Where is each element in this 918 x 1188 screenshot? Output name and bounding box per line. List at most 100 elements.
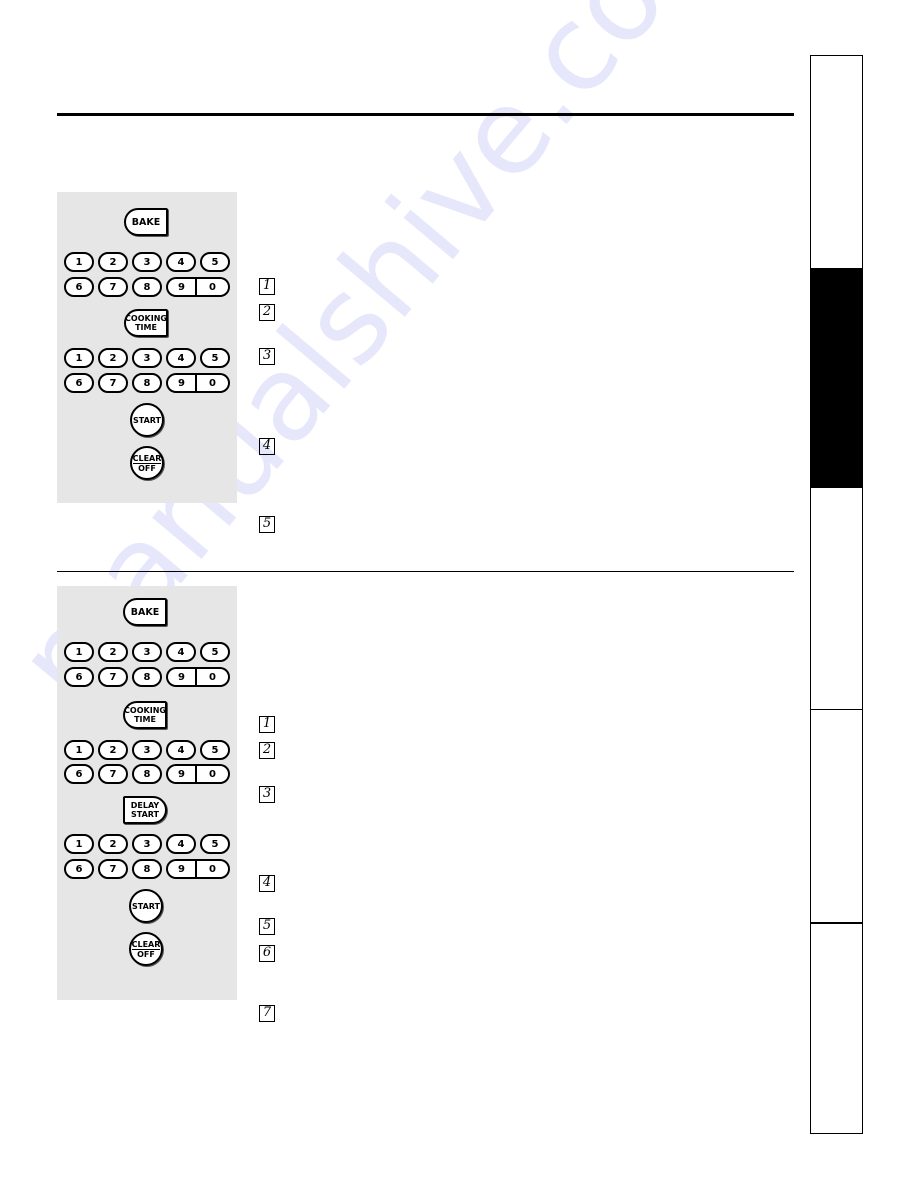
step-number-3: 3 <box>259 348 275 365</box>
key-1[interactable]: 1 <box>64 740 94 760</box>
key-8[interactable]: 8 <box>132 859 162 879</box>
clear-label: CLEAR <box>132 453 162 464</box>
section-tab-4[interactable] <box>811 709 862 923</box>
step-number-5: 5 <box>259 516 275 533</box>
section-tab-3[interactable] <box>811 488 862 709</box>
key-7[interactable]: 7 <box>98 277 128 297</box>
key-5[interactable]: 5 <box>200 642 230 662</box>
key-7[interactable]: 7 <box>98 373 128 393</box>
key-7[interactable]: 7 <box>98 667 128 687</box>
key-0[interactable]: 0 <box>196 277 230 297</box>
section-tabs <box>810 55 863 1134</box>
cooking-time-label-line2: TIME <box>135 323 157 332</box>
section-tab-1[interactable] <box>811 56 862 268</box>
key-9[interactable]: 9 <box>166 373 196 393</box>
key-9[interactable]: 9 <box>166 859 196 879</box>
key-3[interactable]: 3 <box>132 348 162 368</box>
key-2[interactable]: 2 <box>98 642 128 662</box>
key-2[interactable]: 2 <box>98 348 128 368</box>
key-3[interactable]: 3 <box>132 642 162 662</box>
off-label: OFF <box>137 949 155 959</box>
delay-start-label-line2: START <box>130 810 160 819</box>
delay-start-button[interactable]: DELAY START <box>123 796 167 824</box>
key-2[interactable]: 2 <box>98 252 128 272</box>
off-label: OFF <box>138 463 156 473</box>
key-8[interactable]: 8 <box>132 667 162 687</box>
key-2[interactable]: 2 <box>98 834 128 854</box>
keypad-row: 6 7 8 9 0 <box>64 859 230 879</box>
cooking-time-button[interactable]: COOKING TIME <box>123 701 167 729</box>
key-3[interactable]: 3 <box>132 834 162 854</box>
keypad-row: 6 7 8 9 0 <box>64 373 230 393</box>
key-2[interactable]: 2 <box>98 740 128 760</box>
keypad-row: 1 2 3 4 5 <box>64 834 230 854</box>
cooking-time-button[interactable]: COOKING TIME <box>124 309 168 337</box>
key-4[interactable]: 4 <box>166 740 196 760</box>
key-6[interactable]: 6 <box>64 373 94 393</box>
key-4[interactable]: 4 <box>166 252 196 272</box>
key-1[interactable]: 1 <box>64 348 94 368</box>
keypad-row: 6 7 8 9 0 <box>64 667 230 687</box>
step-number-4: 4 <box>259 875 275 892</box>
key-5[interactable]: 5 <box>200 834 230 854</box>
keypad-row: 1 2 3 4 5 <box>64 252 230 272</box>
start-button[interactable]: START <box>130 403 164 437</box>
step-number-1: 1 <box>259 716 275 733</box>
cooking-time-label-line1: COOKING <box>124 706 166 715</box>
start-button[interactable]: START <box>129 889 163 923</box>
section-tab-2-active[interactable] <box>811 268 862 488</box>
section-tab-5[interactable] <box>811 922 862 1134</box>
key-3[interactable]: 3 <box>132 740 162 760</box>
cooking-time-label-line2: TIME <box>134 715 156 724</box>
key-8[interactable]: 8 <box>132 764 162 784</box>
keypad-row: 6 7 8 9 0 <box>64 277 230 297</box>
step-number-2: 2 <box>259 742 275 759</box>
control-panel-delayed-baking: BAKE 1 2 3 4 5 6 7 8 9 0 COOKING TIME 1 … <box>57 586 237 1000</box>
bake-button[interactable]: BAKE <box>124 208 168 236</box>
key-4[interactable]: 4 <box>166 642 196 662</box>
key-5[interactable]: 5 <box>200 348 230 368</box>
key-4[interactable]: 4 <box>166 834 196 854</box>
step-number-1: 1 <box>259 278 275 295</box>
control-panel-timed-baking: BAKE 1 2 3 4 5 6 7 8 9 0 COOKING TIME 1 … <box>57 192 237 503</box>
key-0[interactable]: 0 <box>196 667 230 687</box>
keypad-row: 6 7 8 9 0 <box>64 764 230 784</box>
keypad-row: 1 2 3 4 5 <box>64 740 230 760</box>
key-1[interactable]: 1 <box>64 834 94 854</box>
clear-off-button[interactable]: CLEAR OFF <box>130 446 164 480</box>
key-9[interactable]: 9 <box>166 667 196 687</box>
step-number-2: 2 <box>259 304 275 321</box>
section-rule-heavy <box>57 113 794 116</box>
step-number-5: 5 <box>259 918 275 935</box>
clear-label: CLEAR <box>131 939 161 950</box>
key-7[interactable]: 7 <box>98 764 128 784</box>
cooking-time-label-line1: COOKING <box>125 314 167 323</box>
bake-button[interactable]: BAKE <box>123 598 167 626</box>
key-5[interactable]: 5 <box>200 740 230 760</box>
key-1[interactable]: 1 <box>64 252 94 272</box>
keypad-row: 1 2 3 4 5 <box>64 642 230 662</box>
step-number-6: 6 <box>259 945 275 962</box>
key-0[interactable]: 0 <box>196 373 230 393</box>
key-6[interactable]: 6 <box>64 277 94 297</box>
section-divider <box>57 571 794 572</box>
key-5[interactable]: 5 <box>200 252 230 272</box>
delay-start-label-line1: DELAY <box>130 801 160 810</box>
key-1[interactable]: 1 <box>64 642 94 662</box>
key-8[interactable]: 8 <box>132 277 162 297</box>
key-0[interactable]: 0 <box>196 764 230 784</box>
key-4[interactable]: 4 <box>166 348 196 368</box>
key-9[interactable]: 9 <box>166 277 196 297</box>
key-3[interactable]: 3 <box>132 252 162 272</box>
key-6[interactable]: 6 <box>64 764 94 784</box>
step-number-4: 4 <box>259 438 275 455</box>
keypad-row: 1 2 3 4 5 <box>64 348 230 368</box>
clear-off-button[interactable]: CLEAR OFF <box>129 932 163 966</box>
key-6[interactable]: 6 <box>64 667 94 687</box>
key-6[interactable]: 6 <box>64 859 94 879</box>
step-number-3: 3 <box>259 786 275 803</box>
key-7[interactable]: 7 <box>98 859 128 879</box>
key-9[interactable]: 9 <box>166 764 196 784</box>
key-8[interactable]: 8 <box>132 373 162 393</box>
key-0[interactable]: 0 <box>196 859 230 879</box>
